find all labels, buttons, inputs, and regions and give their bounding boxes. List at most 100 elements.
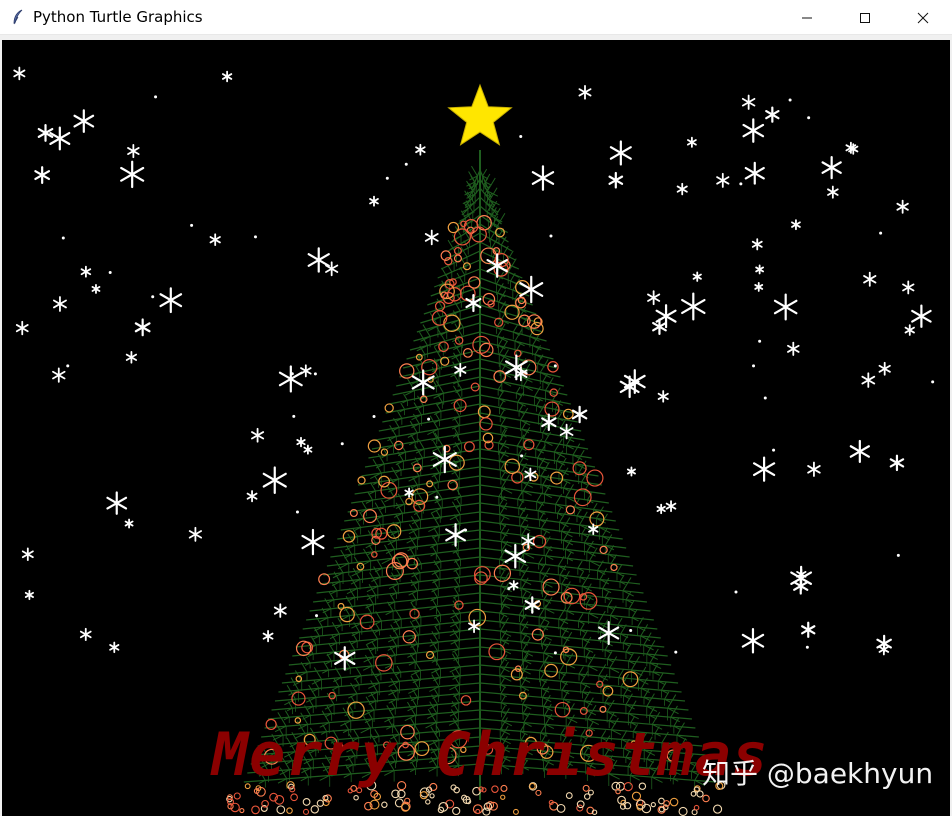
ground-ornament — [565, 792, 573, 799]
snowflake-icon — [49, 126, 71, 151]
tree-star-icon — [447, 83, 513, 146]
snowflake-icon — [744, 161, 765, 185]
watermark-text: 知乎 @baekhyun — [702, 757, 934, 790]
ground-ornament — [381, 801, 388, 808]
snowflake-icon — [752, 456, 776, 482]
snowflakes — [13, 66, 935, 671]
window-controls — [778, 0, 952, 35]
ornament — [371, 551, 378, 558]
snowflake-icon — [878, 361, 891, 376]
ornament — [470, 226, 487, 243]
snowflake-icon — [296, 436, 306, 448]
snowflake-icon — [273, 603, 287, 618]
snowflake-icon — [821, 156, 842, 180]
snowflake-icon — [765, 106, 780, 123]
ornament — [504, 304, 520, 320]
snowflake-icon — [125, 351, 137, 364]
tree-branch — [479, 649, 675, 683]
snowflake-icon — [681, 292, 706, 321]
snow-dot — [253, 235, 257, 239]
turtle-canvas[interactable]: Merry Christmas 知乎 @baekhyun — [2, 40, 950, 816]
snowflake-icon — [741, 627, 765, 654]
snow-dot — [879, 231, 883, 235]
minimize-button[interactable] — [778, 0, 836, 35]
snowflake-icon — [773, 293, 798, 321]
snow-dot — [805, 645, 809, 649]
snowflake-icon — [124, 518, 134, 529]
scene-drawing — [13, 66, 935, 816]
snowflake-icon — [188, 526, 203, 542]
snowflake-icon — [647, 290, 661, 306]
snow-dot — [807, 116, 811, 120]
ground-ornament — [290, 793, 298, 802]
ground-ornament — [693, 804, 700, 811]
snowflake-icon — [861, 372, 876, 388]
snowflake-icon — [301, 528, 325, 556]
snowflake-icon — [134, 318, 151, 337]
tree-branch — [274, 672, 481, 712]
snowflake-icon — [751, 238, 763, 251]
maximize-button[interactable] — [836, 0, 894, 35]
snow-dot — [553, 364, 557, 368]
ground-ornament — [230, 802, 240, 813]
snow-dot — [734, 590, 738, 594]
snowflake-icon — [13, 66, 26, 81]
ground-ornament — [251, 805, 260, 815]
snowflake-icon — [571, 405, 588, 424]
ground-ornament — [702, 794, 710, 803]
snow-dot — [427, 417, 431, 421]
snow-dot — [549, 234, 553, 238]
close-icon — [917, 12, 929, 24]
close-button[interactable] — [894, 0, 952, 35]
snowflake-icon — [754, 281, 764, 292]
ground-ornament — [576, 800, 585, 809]
title-bar[interactable]: Python Turtle Graphics — [0, 0, 952, 35]
tree-branch — [479, 636, 672, 676]
snow-dot — [553, 651, 557, 655]
ground-ornament — [452, 806, 461, 816]
ground-ornament — [310, 805, 319, 814]
snow-dot — [788, 98, 792, 102]
snowflake-icon — [369, 195, 379, 207]
greeting-text: Merry Christmas — [212, 720, 769, 790]
snow-dot — [752, 364, 756, 368]
snow-dot — [315, 614, 319, 618]
snowflake-icon — [91, 283, 101, 294]
ornament — [367, 439, 381, 453]
snowflake-icon — [876, 634, 892, 653]
snow-dot — [340, 442, 344, 446]
snowflake-icon — [863, 271, 877, 287]
snowflake-icon — [109, 641, 120, 654]
tree-branch — [479, 539, 634, 573]
snowflake-icon — [742, 118, 765, 143]
snow-dot — [772, 448, 776, 452]
snowflake-icon — [801, 621, 816, 638]
ornament — [473, 566, 491, 583]
snow-dot — [758, 339, 762, 343]
snowflake-icon — [53, 296, 67, 312]
window-title: Python Turtle Graphics — [33, 8, 203, 26]
snow-dot — [190, 223, 194, 227]
snowflake-icon — [755, 264, 764, 275]
ornament — [599, 545, 608, 555]
snowflake-icon — [578, 85, 592, 100]
minimize-icon — [801, 12, 813, 24]
ornament — [347, 701, 365, 719]
ornament — [337, 602, 345, 610]
snow-dot — [763, 396, 767, 400]
ground-ornament — [482, 807, 491, 816]
ornament — [375, 654, 393, 672]
ground-ornament — [556, 803, 566, 813]
snowflake-icon — [221, 70, 233, 83]
snowflake-icon — [52, 367, 66, 383]
maximize-icon — [859, 12, 871, 24]
ground-ornament — [276, 805, 286, 815]
snow-dot — [519, 134, 523, 138]
snow-dot — [372, 415, 376, 419]
ornament — [565, 505, 575, 515]
snowflake-icon — [251, 427, 265, 443]
snowflake-icon — [716, 172, 730, 188]
ground-ornament — [500, 794, 506, 800]
ground-ornament — [429, 793, 435, 799]
snowflake-icon — [79, 627, 92, 641]
